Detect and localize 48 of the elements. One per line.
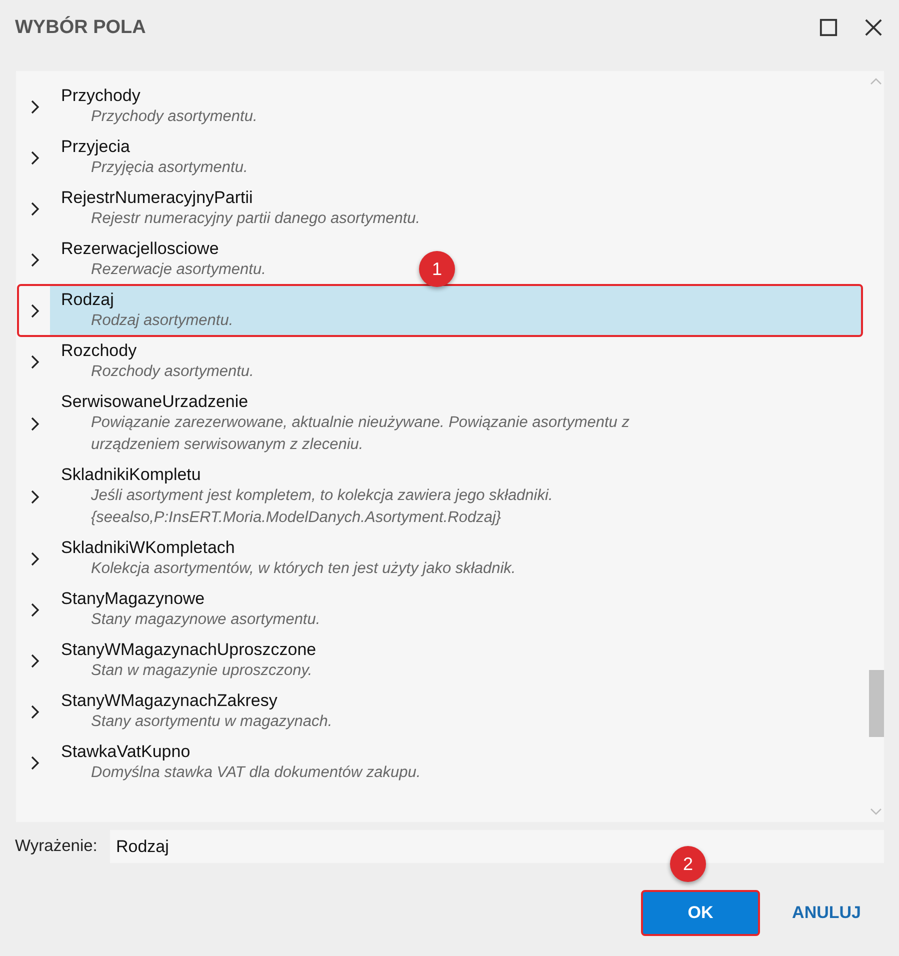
- field-description: Stany asortymentu w magazynach.: [91, 713, 332, 730]
- field-description: Jeśli asortyment jest kompletem, to kolekcja zawiera jego składniki. {seealso,P:InsERT.Moria.ModelDanych.Asortyment.Rodzaj}: [91, 487, 553, 526]
- field-name[interactable]: SkladnikiKompletu: [61, 465, 201, 484]
- field-description: Stany magazynowe asortymentu.: [91, 611, 320, 628]
- expression-label: Wyrażenie:: [15, 837, 98, 856]
- close-icon[interactable]: [864, 18, 883, 37]
- window-title: WYBÓR POLA: [15, 16, 146, 38]
- chevron-icon[interactable]: [30, 150, 40, 166]
- chevron-icon[interactable]: [30, 200, 40, 216]
- field-name[interactable]: StanyMagazynowe: [61, 589, 205, 608]
- maximize-icon[interactable]: [819, 18, 838, 37]
- field-description: Przyjęcia asortymentu.: [91, 159, 248, 176]
- chevron-icon[interactable]: [30, 602, 40, 618]
- field-description: Rodzaj asortymentu.: [91, 312, 234, 329]
- field-name[interactable]: Przyjecia: [61, 137, 130, 156]
- field-description: Domyślna stawka VAT dla dokumentów zakupu.: [91, 764, 421, 781]
- field-description: Rezerwacje asortymentu.: [91, 261, 266, 278]
- field-description: Przychody asortymentu.: [91, 108, 258, 125]
- chevron-icon[interactable]: [30, 252, 40, 268]
- field-name[interactable]: StanyWMagazynachZakresy: [61, 691, 278, 710]
- chevron-icon[interactable]: [30, 550, 40, 566]
- field-description: Kolekcja asortymentów, w których ten jest użyty jako składnik.: [91, 560, 516, 577]
- field-description: Powiązanie zarezerwowane, aktualnie nieużywane. Powiązanie asortymentu z urządzeniem serwisowanym z zleceniu.: [91, 414, 630, 453]
- ok-button[interactable]: OK: [641, 890, 760, 936]
- field-name[interactable]: StanyWMagazynachUproszczone: [61, 640, 316, 659]
- field-name[interactable]: Przychody: [61, 86, 140, 105]
- chevron-icon[interactable]: [30, 354, 40, 370]
- field-description: Stan w magazynie uproszczony.: [91, 662, 312, 679]
- chevron-icon[interactable]: [30, 416, 40, 432]
- field-description: Rozchody asortymentu.: [91, 363, 254, 380]
- field-name[interactable]: RejestrNumeracyjnyPartii: [61, 188, 253, 207]
- field-name[interactable]: Rozchody: [61, 341, 137, 360]
- chevron-icon[interactable]: [30, 754, 40, 770]
- field-name[interactable]: Rezerwacjellosciowe: [61, 239, 219, 258]
- scroll-thumb[interactable]: [869, 670, 884, 737]
- field-name[interactable]: SkladnikiWKompletach: [61, 538, 235, 557]
- chevron-icon[interactable]: [30, 704, 40, 720]
- field-name[interactable]: Rodzaj: [61, 290, 114, 309]
- step-badge: 2: [670, 846, 706, 882]
- field-name[interactable]: SerwisowaneUrzadzenie: [61, 392, 248, 411]
- cancel-button[interactable]: ANULUJ: [784, 890, 869, 936]
- chevron-icon[interactable]: [30, 488, 40, 504]
- row-highlight[interactable]: Rodzaj Rodzaj asortymentu.: [50, 285, 861, 336]
- field-name[interactable]: StawkaVatKupno: [61, 742, 190, 761]
- chevron-icon[interactable]: [30, 302, 40, 318]
- chevron-icon[interactable]: [30, 652, 40, 668]
- chevron-icon[interactable]: [30, 98, 40, 114]
- field-description: Rejestr numeracyjny partii danego asortymentu.: [91, 210, 420, 227]
